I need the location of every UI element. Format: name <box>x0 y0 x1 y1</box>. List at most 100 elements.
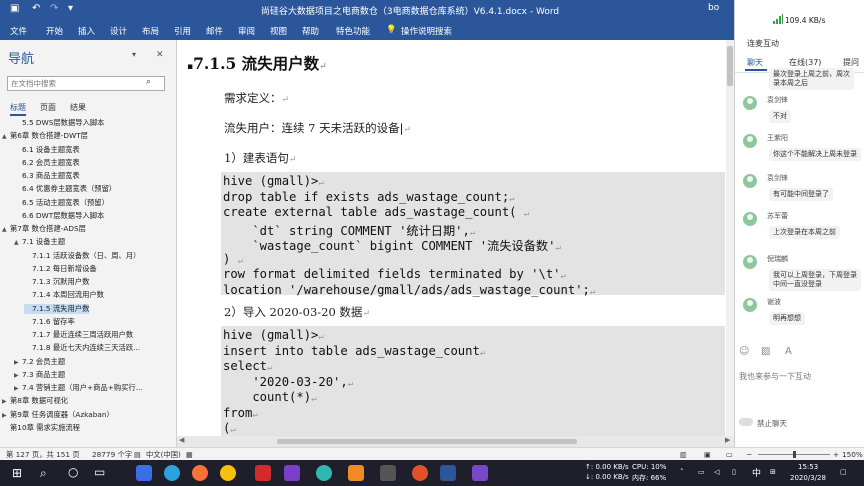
nav-heading-item[interactable]: 7.1.6 留存率 <box>24 317 75 327</box>
nav-tab-results[interactable]: 结果 <box>70 102 86 113</box>
scroll-right-icon[interactable]: ▶ <box>725 436 730 444</box>
nav-heading-item[interactable]: ▲ 第6章 数仓搭建-DWT层 <box>2 131 88 141</box>
read-mode-icon[interactable]: ▥ <box>680 450 687 459</box>
collapse-icon[interactable]: ▲ <box>14 239 22 246</box>
nav-heading-item[interactable]: 7.1.3 沉默用户数 <box>24 277 89 287</box>
customize-quick-access-icon[interactable]: ▾ <box>68 3 73 14</box>
clock-date[interactable]: 2020/3/28 <box>790 474 826 482</box>
scroll-left-icon[interactable]: ◀ <box>179 436 184 444</box>
tab-design[interactable]: 设计 <box>110 25 127 37</box>
windows-start-icon[interactable]: ⊞ <box>12 466 22 480</box>
zoom-out-icon[interactable]: − <box>746 450 752 459</box>
macro-icon[interactable]: ▦ <box>186 450 193 459</box>
expand-icon[interactable]: ▶ <box>14 385 22 392</box>
scroll-thumb[interactable] <box>727 46 733 86</box>
language[interactable]: 中文(中国) <box>146 450 181 460</box>
font-icon[interactable]: A <box>785 346 792 357</box>
nav-heading-item[interactable]: ▶ 7.4 营销主题（用户+商品+购买行... <box>14 383 143 393</box>
undo-icon[interactable]: ↶ <box>32 3 40 14</box>
task-view-icon[interactable]: ○ <box>68 465 78 479</box>
notification-icon[interactable]: ▢ <box>840 468 847 476</box>
collapse-icon[interactable]: ▲ <box>2 226 10 233</box>
horizontal-scrollbar[interactable]: ◀ ▶ <box>177 436 734 447</box>
app-purple-icon[interactable] <box>472 465 488 481</box>
tab-mailings[interactable]: 邮件 <box>206 25 223 37</box>
expand-icon[interactable]: ▶ <box>2 412 10 419</box>
search-icon[interactable]: ⌕ <box>40 466 47 481</box>
nav-heading-item[interactable]: 第10章 需求实施流程 <box>2 423 80 433</box>
chat-tab-questions[interactable]: 提问 <box>843 57 859 68</box>
expand-icon[interactable]: ▶ <box>2 398 10 405</box>
nav-heading-item[interactable]: 7.1.1 活跃设备数（日、周、月） <box>24 251 140 261</box>
nav-heading-item[interactable]: 5.5 DWS层数据导入脚本 <box>14 118 104 128</box>
nav-heading-item[interactable]: ▶ 7.3 商品主题 <box>14 370 65 380</box>
zoom-slider[interactable] <box>758 451 830 458</box>
nav-heading-item[interactable]: 6.3 商品主题宽表 <box>14 171 80 181</box>
vertical-scrollbar[interactable] <box>726 40 734 436</box>
nav-options-icon[interactable]: ▾ <box>132 50 136 59</box>
zoom-in-icon[interactable]: + <box>833 450 839 459</box>
nav-search-input[interactable] <box>7 76 165 91</box>
files-app-icon[interactable] <box>136 465 152 481</box>
chevron-up-icon[interactable]: ˄ <box>680 468 684 476</box>
nav-heading-item[interactable]: 6.1 设备主题宽表 <box>14 145 80 155</box>
tab-view[interactable]: 视图 <box>270 25 287 37</box>
proofing-icon[interactable]: ▤ <box>134 450 141 459</box>
ime-indicator[interactable]: 中 <box>752 466 761 479</box>
document-page[interactable]: ▪7.1.5 流失用户数↵ 需求定义：↵ 流失用户：连续 7 天未活跃的设备|↵… <box>177 40 726 436</box>
web-layout-icon[interactable]: ▭ <box>726 450 733 459</box>
tab-features[interactable]: 特色功能 <box>336 25 370 37</box>
word-icon[interactable] <box>440 465 456 481</box>
nav-heading-item[interactable]: 7.1.2 每日新增设备 <box>24 264 97 274</box>
nav-heading-item[interactable]: 6.6 DWT层数据导入脚本 <box>14 211 104 221</box>
word-count[interactable]: 28779 个字 <box>92 450 132 460</box>
chat-tab-chat[interactable]: 聊天 <box>747 57 763 68</box>
user-name[interactable]: bo <box>708 3 719 13</box>
nav-heading-item[interactable]: 6.2 会员主题宽表 <box>14 158 80 168</box>
tell-me-search[interactable]: 操作说明搜索 <box>401 25 452 37</box>
nav-heading-item[interactable]: ▶ 第8章 数据可视化 <box>2 396 68 406</box>
tab-review[interactable]: 审阅 <box>238 25 255 37</box>
edge-icon[interactable] <box>164 465 180 481</box>
app-red-icon[interactable] <box>255 465 271 481</box>
tab-insert[interactable]: 插入 <box>78 25 95 37</box>
task-switch-icon[interactable]: ▭ <box>94 465 105 479</box>
chrome-icon[interactable] <box>220 465 236 481</box>
firefox-icon[interactable] <box>192 465 208 481</box>
clock-time[interactable]: 15:53 <box>798 463 818 471</box>
close-icon[interactable]: ✕ <box>156 50 164 60</box>
redo-icon[interactable]: ↷ <box>50 3 58 14</box>
nav-heading-item[interactable]: 6.5 活动主题宽表（预留） <box>14 198 109 208</box>
expand-icon[interactable]: ▶ <box>14 372 22 379</box>
save-icon[interactable]: ▣ <box>10 3 19 14</box>
app-teal-icon[interactable] <box>316 465 332 481</box>
keyboard-icon[interactable]: ⊞ <box>770 468 776 476</box>
tab-references[interactable]: 引用 <box>174 25 191 37</box>
search-icon[interactable]: ⌕ <box>146 77 151 87</box>
page-count[interactable]: 第 127 页，共 151 页 <box>6 450 80 460</box>
tab-layout[interactable]: 布局 <box>142 25 159 37</box>
tab-home[interactable]: 开始 <box>46 25 63 37</box>
nav-heading-item[interactable]: 7.1.4 本周回流用户数 <box>24 290 104 300</box>
nav-heading-item[interactable]: 7.1.5 流失用户数 <box>24 303 90 314</box>
nav-heading-item[interactable]: 6.4 优惠券主题宽表（预留） <box>14 184 116 194</box>
nav-heading-item[interactable]: ▲ 7.1 设备主题 <box>14 237 65 247</box>
nav-tab-pages[interactable]: 页面 <box>40 102 56 113</box>
tab-help[interactable]: 帮助 <box>302 25 319 37</box>
battery-icon[interactable]: ▯ <box>732 468 736 476</box>
zoom-level[interactable]: 150% <box>842 450 863 459</box>
recorder-icon[interactable] <box>412 465 428 481</box>
chat-tab-online[interactable]: 在线(37) <box>789 57 821 68</box>
forbid-chat-toggle[interactable] <box>739 418 753 426</box>
nav-heading-item[interactable]: ▶ 第9章 任务调度器（Azkaban） <box>2 410 114 420</box>
tab-file[interactable]: 文件 <box>10 25 27 37</box>
image-icon[interactable]: ▨ <box>761 346 770 357</box>
hscroll-thumb[interactable] <box>277 439 577 444</box>
ide-icon[interactable] <box>284 465 300 481</box>
terminal-icon[interactable] <box>380 465 396 481</box>
network-icon[interactable]: ▭ <box>698 468 705 476</box>
volume-icon[interactable]: ◁ <box>714 468 719 476</box>
print-layout-icon[interactable]: ▣ <box>704 450 711 459</box>
nav-tab-headings[interactable]: 标题 <box>10 102 26 116</box>
sublime-icon[interactable] <box>348 465 364 481</box>
